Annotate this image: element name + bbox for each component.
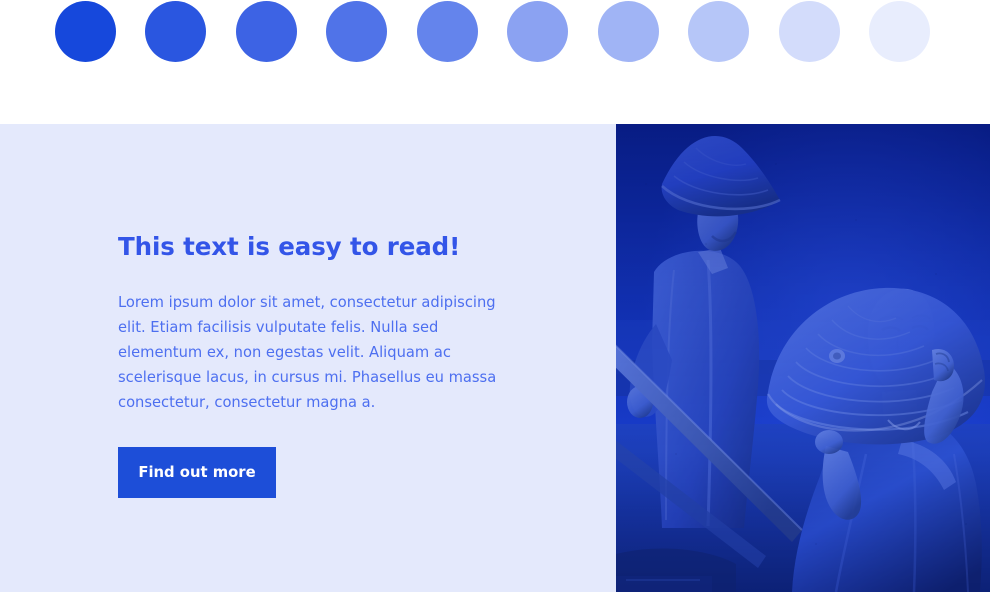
- duotone-photo-image: [616, 124, 990, 592]
- hero-section: This text is easy to read! Lorem ipsum d…: [0, 124, 990, 592]
- color-swatch[interactable]: [416, 1, 478, 62]
- find-out-more-button[interactable]: Find out more: [118, 446, 276, 498]
- color-swatch[interactable]: [55, 1, 116, 62]
- color-swatch[interactable]: [869, 1, 931, 62]
- color-swatch-strip: [0, 0, 990, 124]
- hero-text-panel: This text is easy to read! Lorem ipsum d…: [0, 124, 616, 592]
- color-swatch[interactable]: [688, 1, 750, 62]
- color-swatch[interactable]: [145, 1, 207, 62]
- hero-paragraph: Lorem ipsum dolor sit amet, consectetur …: [118, 293, 497, 411]
- hero-image-panel: [616, 124, 990, 592]
- hero-heading: This text is easy to read!: [118, 232, 461, 261]
- page-root: This text is easy to read! Lorem ipsum d…: [0, 0, 990, 592]
- color-swatch[interactable]: [235, 1, 297, 62]
- hero-content: This text is easy to read! Lorem ipsum d…: [118, 232, 538, 498]
- color-swatch[interactable]: [778, 1, 840, 62]
- color-swatch[interactable]: [597, 1, 659, 62]
- color-swatch[interactable]: [507, 1, 569, 62]
- color-swatch[interactable]: [326, 1, 388, 62]
